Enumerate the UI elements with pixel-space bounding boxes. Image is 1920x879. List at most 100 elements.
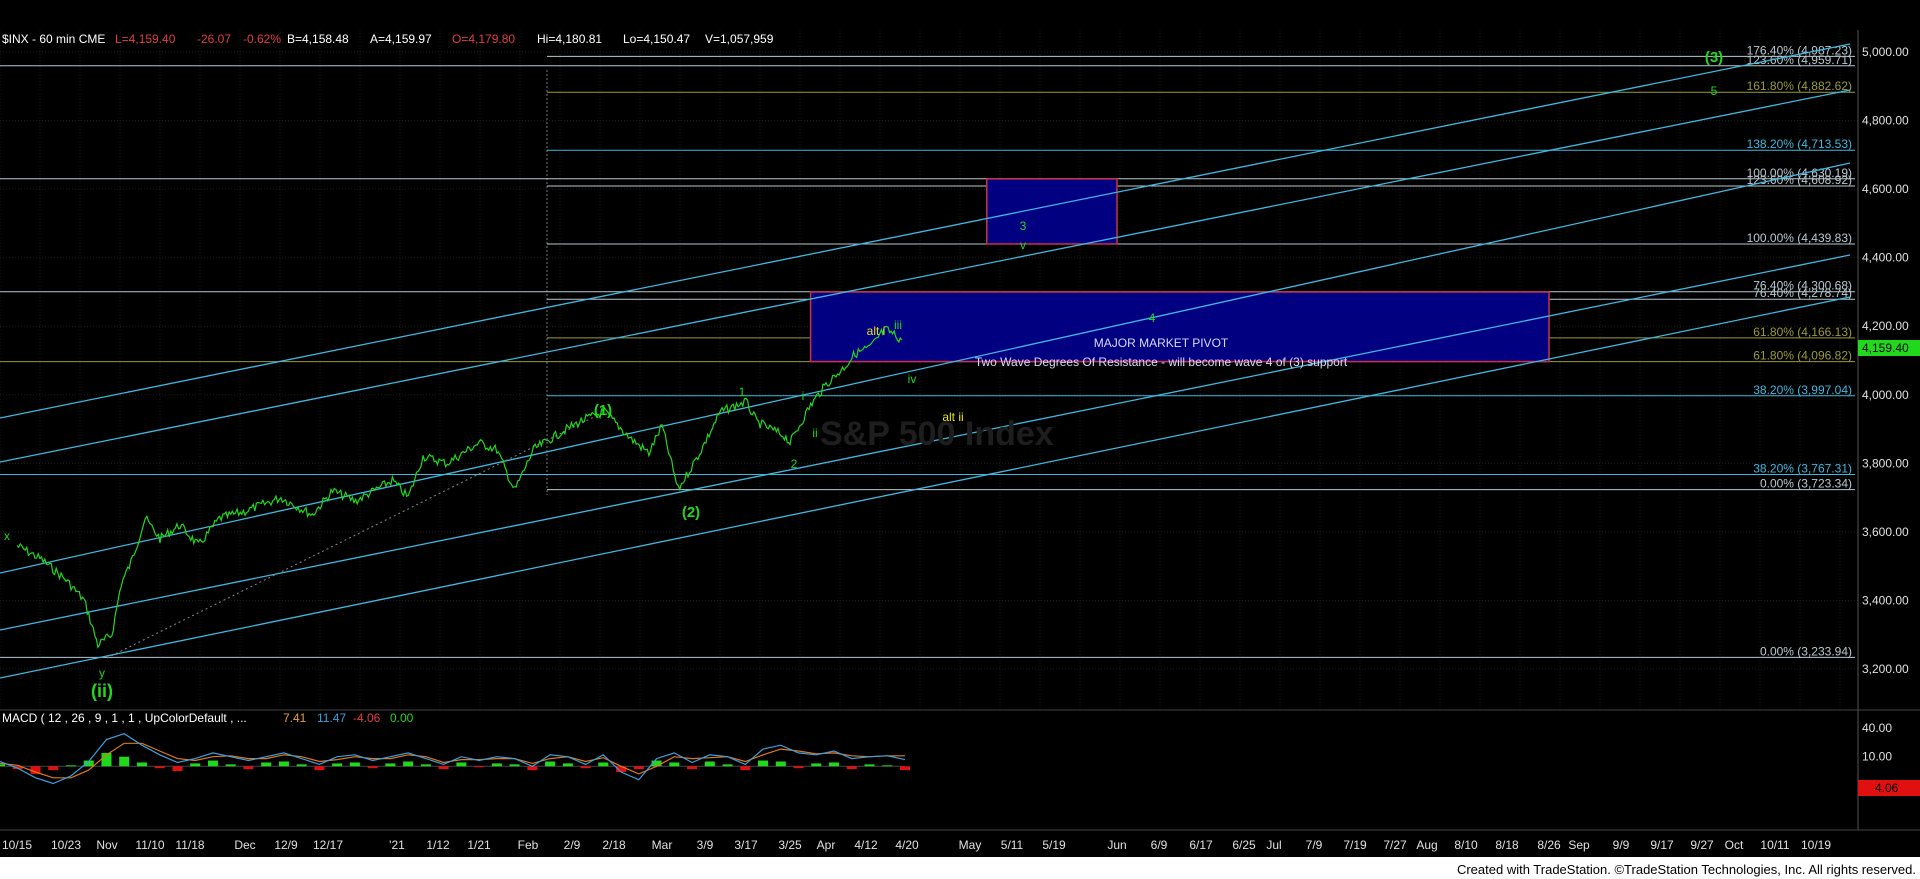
x-tick-label: 6/25	[1232, 838, 1256, 852]
x-tick-label: 3/9	[697, 838, 714, 852]
macd-tag-text: 4.06	[1875, 781, 1899, 795]
macd-y-tick: 10.00	[1862, 750, 1892, 764]
macd-avg-value: 11.47	[317, 711, 346, 725]
macd-histogram-bar	[190, 763, 201, 767]
fib-label: 61.80% (4,096.82)	[1753, 349, 1852, 363]
x-tick-label: Dec	[234, 838, 255, 852]
macd-histogram-bar	[882, 765, 893, 767]
x-tick-label: 9/27	[1690, 838, 1714, 852]
x-tick-label: 5/19	[1042, 838, 1066, 852]
macd-histogram-bar	[349, 762, 360, 767]
macd-histogram-bar	[438, 766, 449, 770]
macd-histogram-bar	[740, 766, 751, 771]
y-tick-label: 4,000.00	[1862, 388, 1909, 402]
wave-label: (1)	[594, 402, 612, 419]
macd-histogram-bar	[136, 762, 147, 767]
macd-diff-value: -4.06	[353, 711, 381, 725]
x-tick-label: Jun	[1107, 838, 1126, 852]
macd-histogram-bar	[722, 764, 733, 767]
x-tick-label: 1/12	[426, 838, 450, 852]
x-tick-label: '21	[389, 838, 405, 852]
x-tick-label: 7/19	[1343, 838, 1367, 852]
wave-label: i	[802, 389, 805, 403]
macd-histogram-bar	[456, 762, 467, 767]
y-tick-label: 3,200.00	[1862, 662, 1909, 676]
x-tick-label: 10/23	[51, 838, 81, 852]
macd-label: MACD ( 12 , 26 , 9 , 1 , 1 , UpColorDefa…	[2, 711, 247, 725]
header-change-pct: -0.62%	[243, 32, 281, 46]
price-tag-text: 4,159.40	[1862, 341, 1909, 355]
header-volume: V=1,057,959	[705, 32, 774, 46]
x-tick-label: 6/17	[1189, 838, 1213, 852]
macd-histogram-bar	[580, 766, 591, 769]
x-tick-label: 7/27	[1383, 838, 1407, 852]
x-tick-label: Feb	[518, 838, 539, 852]
macd-histogram-bar	[864, 764, 875, 767]
fib-label: 0.00% (3,723.34)	[1760, 477, 1852, 491]
wave-label: ii	[812, 426, 817, 440]
x-tick-label: 10/11	[1760, 838, 1789, 852]
fib-label: 38.20% (3,767.31)	[1753, 462, 1852, 476]
x-tick-label: 3/17	[734, 838, 758, 852]
wave-label: 2	[791, 457, 798, 471]
header-last: L=4,159.40	[115, 32, 176, 46]
header-open: O=4,179.80	[452, 32, 515, 46]
macd-histogram-bar	[367, 766, 378, 769]
macd-histogram-bar	[669, 762, 680, 767]
y-tick-label: 4,800.00	[1862, 114, 1909, 128]
fib-label: 61.80% (4,166.13)	[1753, 325, 1852, 339]
x-tick-label: 11/18	[175, 838, 204, 852]
macd-zero-value: 0.00	[390, 711, 414, 725]
macd-histogram-bar	[48, 766, 59, 771]
macd-histogram-bar	[154, 766, 165, 769]
macd-histogram-bar	[296, 764, 307, 767]
fib-label: 138.20% (4,713.53)	[1747, 137, 1852, 151]
x-tick-label: 1/21	[467, 838, 491, 852]
fib-label: 123.60% (4,608.92)	[1747, 173, 1852, 187]
fib-label: 38.20% (3,997.04)	[1753, 383, 1852, 397]
macd-histogram-bar	[420, 764, 431, 767]
x-tick-label: 2/18	[602, 838, 626, 852]
y-tick-label: 3,400.00	[1862, 593, 1909, 607]
footer-credit: Created with TradeStation. ©TradeStation…	[1456, 862, 1916, 877]
wave-label: (3)	[1705, 49, 1723, 66]
macd-histogram-bar	[172, 766, 183, 772]
x-tick-label: 10/19	[1801, 838, 1831, 852]
wave-label: 5	[1711, 84, 1718, 98]
macd-histogram-bar	[545, 761, 556, 767]
wave-label: y	[99, 666, 105, 680]
fib-label: 100.00% (4,439.83)	[1747, 231, 1852, 245]
macd-histogram-bar	[491, 763, 502, 767]
wave-label: iii	[894, 318, 902, 332]
x-tick-label: 10/15	[2, 838, 32, 852]
wave-label: iv	[908, 372, 917, 386]
y-tick-label: 3,600.00	[1862, 525, 1909, 539]
macd-histogram-bar	[261, 762, 272, 767]
header-bar: $INX - 60 min CME L=4,159.40 -26.07 -0.6…	[2, 32, 774, 46]
pivot-note: Two Wave Degrees Of Resistance - will be…	[975, 355, 1348, 369]
macd-histogram-bar	[0, 764, 5, 767]
macd-y-tick: 40.00	[1862, 721, 1892, 735]
wave-label: (2)	[682, 504, 700, 521]
x-tick-label: 7/9	[1306, 838, 1323, 852]
x-tick-label: 2/9	[564, 838, 581, 852]
x-tick-label: 11/10	[135, 838, 164, 852]
x-tick-label: Apr	[817, 838, 836, 852]
macd-histogram-bar	[846, 766, 857, 770]
wave-label: 3	[1020, 219, 1027, 233]
fib-label: 0.00% (3,233.94)	[1760, 644, 1852, 658]
x-tick-label: 4/12	[854, 838, 878, 852]
macd-histogram-bar	[403, 761, 414, 767]
macd-histogram-bar	[829, 762, 840, 767]
macd-histogram-bar	[633, 766, 644, 770]
fib-label: 161.80% (4,882.62)	[1747, 79, 1852, 93]
y-tick-label: 3,800.00	[1862, 456, 1909, 470]
x-tick-label: 9/9	[1613, 838, 1630, 852]
y-tick-label: 4,600.00	[1862, 182, 1909, 196]
macd-histogram-bar	[793, 766, 804, 769]
header-ask: A=4,159.97	[370, 32, 432, 46]
x-tick-label: Nov	[96, 838, 117, 852]
x-tick-label: Jul	[1266, 838, 1281, 852]
header-symbol: $INX - 60 min CME	[2, 32, 105, 46]
macd-histogram-bar	[332, 763, 343, 767]
